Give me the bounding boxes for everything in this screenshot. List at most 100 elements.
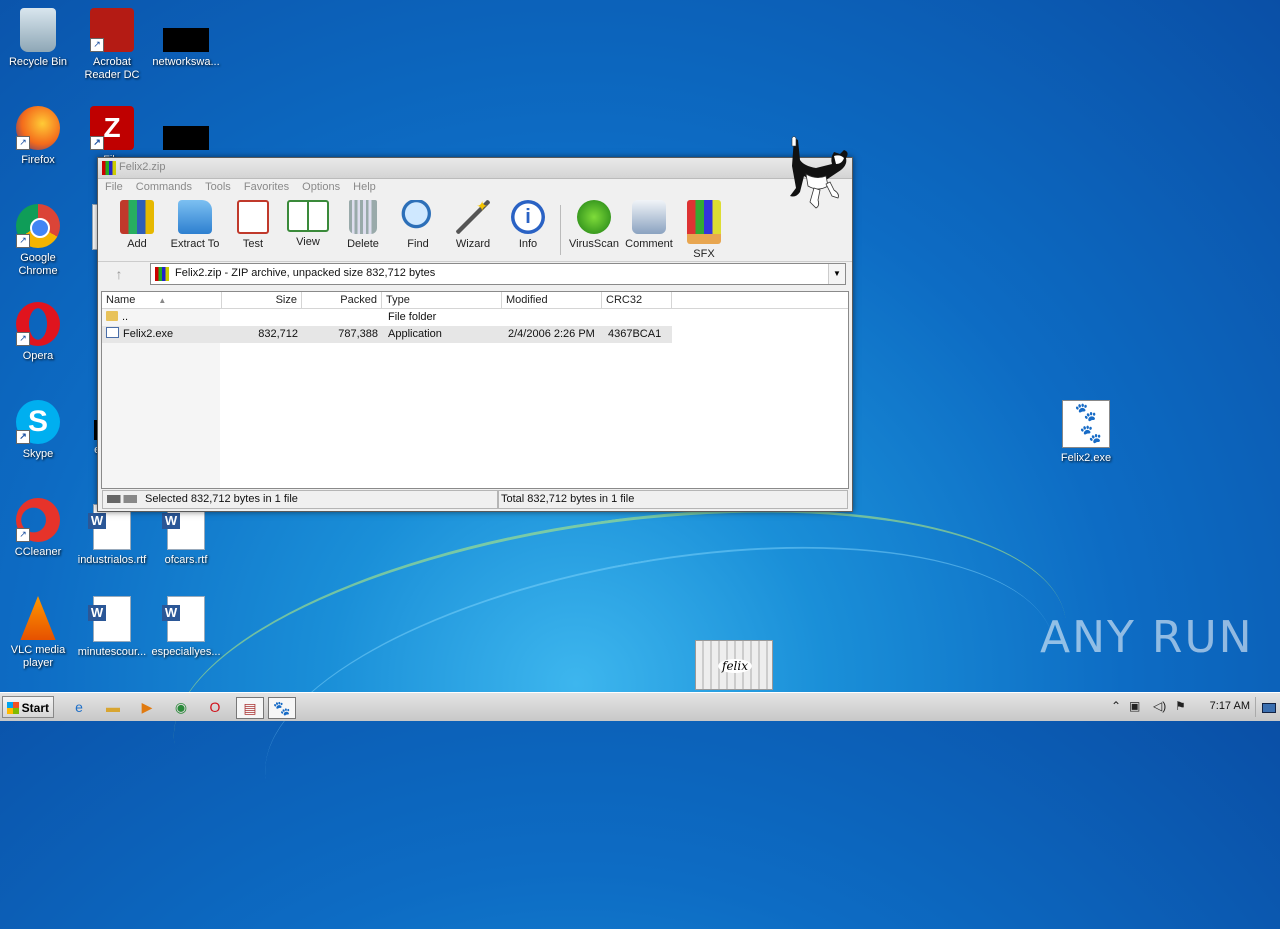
taskbar: Start e ▬ ▶ ◉ O ▤ 🐾 ⌃ ▣ ◁) ⚑ 7:17 AM xyxy=(0,692,1280,721)
address-bar: ↑ Felix2.zip - ZIP archive, unpacked siz… xyxy=(102,262,848,285)
ie-icon[interactable]: e xyxy=(68,697,90,717)
address-field[interactable]: Felix2.zip - ZIP archive, unpacked size … xyxy=(150,263,846,285)
flag-icon[interactable]: ⚑ xyxy=(1175,699,1186,713)
comment-label: Comment xyxy=(625,238,673,250)
desktop-icon-minutescour[interactable]: W minutescour... xyxy=(74,596,150,659)
sort-ascending-icon: ▲ xyxy=(158,296,167,305)
column-header-size[interactable]: Size xyxy=(222,292,302,308)
sfx-button[interactable]: SFX xyxy=(676,200,732,260)
menu-file[interactable]: File xyxy=(100,179,128,195)
winrar-window[interactable]: Felix2.zip File Commands Tools Favorites… xyxy=(97,157,853,512)
desktop-icon-ccleaner[interactable]: ↗ CCleaner xyxy=(0,498,76,559)
desktop-icon-felix2-exe[interactable]: 🐾 🐾 Felix2.exe xyxy=(1048,400,1124,465)
desktop-icon-acrobat[interactable]: ↗ Acrobat Reader DC xyxy=(74,8,150,82)
trash-icon xyxy=(349,200,377,234)
chevron-up-icon[interactable]: ⌃ xyxy=(1111,699,1121,713)
view-label: View xyxy=(296,236,320,248)
desktop-icon-redacted-2[interactable] xyxy=(148,106,224,154)
extract-folder-icon xyxy=(178,200,212,234)
comment-icon xyxy=(632,200,666,234)
chrome-icon: ↗ xyxy=(16,204,60,248)
menu-commands[interactable]: Commands xyxy=(131,179,197,195)
filezilla-icon: Z ↗ xyxy=(90,106,134,150)
extract-to-label: Extract To xyxy=(170,238,220,250)
test-button[interactable]: Test xyxy=(225,200,281,250)
firefox-icon: ↗ xyxy=(16,106,60,150)
redacted-file-icon xyxy=(163,126,209,150)
cell-crc: 4367BCA1 xyxy=(608,328,662,340)
status-total-panel: Total 832,712 bytes in 1 file xyxy=(498,490,848,509)
anyrun-watermark: ANY RUN xyxy=(1040,612,1254,663)
extract-to-button[interactable]: Extract To xyxy=(164,200,226,250)
table-row-selected[interactable]: Felix2.exe 832,712 787,388 Application 2… xyxy=(102,326,672,343)
cell-name: .. xyxy=(102,309,222,326)
window-titlebar[interactable]: Felix2.zip xyxy=(98,158,852,179)
virusscan-button[interactable]: VirusScan xyxy=(564,200,624,250)
desktop-icon-label: industrialos.rtf xyxy=(77,554,147,566)
view-book-icon xyxy=(287,200,329,232)
up-arrow-icon[interactable]: ↑ xyxy=(108,265,130,283)
paw-prints-icon: 🐾 🐾 xyxy=(1062,400,1110,448)
desktop-icon-especiallyes[interactable]: W especiallyes... xyxy=(148,596,224,659)
column-header-name[interactable]: Name ▲ xyxy=(102,292,222,308)
drive-key-icon[interactable] xyxy=(107,495,137,503)
word-document-icon: W xyxy=(162,596,205,642)
desktop-icon-ofcars[interactable]: W ofcars.rtf xyxy=(148,504,224,567)
network-icon[interactable]: ▣ xyxy=(1129,699,1140,713)
status-bar: Selected 832,712 bytes in 1 file Total 8… xyxy=(98,489,852,509)
sfx-label: SFX xyxy=(693,248,715,260)
desktop-icon-recycle-bin[interactable]: Recycle Bin xyxy=(0,8,76,69)
system-tray: ⌃ ▣ ◁) ⚑ 7:17 AM xyxy=(1105,693,1280,721)
add-button[interactable]: Add xyxy=(109,200,165,250)
test-label: Test xyxy=(242,238,264,250)
view-button[interactable]: View xyxy=(280,200,336,248)
volume-icon[interactable]: ◁) xyxy=(1153,699,1166,713)
acrobat-icon: ↗ xyxy=(90,8,134,52)
zip-archive-icon xyxy=(155,267,169,281)
menu-favorites[interactable]: Favorites xyxy=(239,179,294,195)
show-desktop-button[interactable] xyxy=(1255,697,1278,717)
clock[interactable]: 7:17 AM xyxy=(1210,700,1250,712)
column-header-modified[interactable]: Modified xyxy=(502,292,602,308)
magic-wand-icon xyxy=(456,198,490,234)
info-label: Info xyxy=(518,238,538,250)
menu-tools[interactable]: Tools xyxy=(200,179,236,195)
toolbar-separator xyxy=(560,205,561,255)
cell-crc xyxy=(604,309,674,326)
cell-modified xyxy=(504,309,604,326)
media-player-icon[interactable]: ▶ xyxy=(136,697,158,717)
row-name-text: .. xyxy=(122,311,129,323)
chrome-icon[interactable]: ◉ xyxy=(170,697,192,717)
desktop-icon-firefox[interactable]: ↗ Firefox xyxy=(0,106,76,167)
menu-help[interactable]: Help xyxy=(348,179,381,195)
column-header-type[interactable]: Type xyxy=(382,292,502,308)
vlc-cone-icon xyxy=(20,596,56,640)
desktop-icon-networkswa[interactable]: networkswa... xyxy=(148,8,224,69)
table-row[interactable]: .. File folder xyxy=(102,309,672,326)
virusscan-label: VirusScan xyxy=(569,238,619,250)
comment-button[interactable]: Comment xyxy=(620,200,678,250)
sfx-box-icon xyxy=(687,200,721,244)
menu-options[interactable]: Options xyxy=(297,179,345,195)
chevron-down-icon[interactable]: ▼ xyxy=(828,264,845,284)
desktop-icon-label: networkswa... xyxy=(152,56,220,68)
opera-icon[interactable]: O xyxy=(204,697,226,717)
window-title: Felix2.zip xyxy=(119,161,166,173)
desktop-icon-industrialos[interactable]: W industrialos.rtf xyxy=(74,504,150,567)
find-button[interactable]: Find xyxy=(390,200,446,250)
delete-button[interactable]: Delete xyxy=(335,200,391,250)
menu-bar: File Commands Tools Favorites Options He… xyxy=(98,179,852,197)
start-button[interactable]: Start xyxy=(2,696,54,718)
column-header-crc32[interactable]: CRC32 xyxy=(602,292,672,308)
add-archive-icon xyxy=(120,200,154,234)
wizard-button[interactable]: Wizard xyxy=(445,198,501,250)
explorer-icon[interactable]: ▬ xyxy=(102,697,124,717)
winrar-icon[interactable]: ▤ xyxy=(236,697,264,719)
column-header-packed[interactable]: Packed xyxy=(302,292,382,308)
file-list[interactable]: Name ▲ Size Packed Type Modified CRC32 .… xyxy=(101,291,849,489)
desktop-icon-vlc[interactable]: VLC media player xyxy=(0,596,76,670)
info-button[interactable]: i Info xyxy=(500,200,556,250)
felix-paws-icon[interactable]: 🐾 xyxy=(268,697,296,719)
felix-box: felix xyxy=(695,640,773,690)
desktop-icon-label: Acrobat Reader DC xyxy=(84,56,140,81)
